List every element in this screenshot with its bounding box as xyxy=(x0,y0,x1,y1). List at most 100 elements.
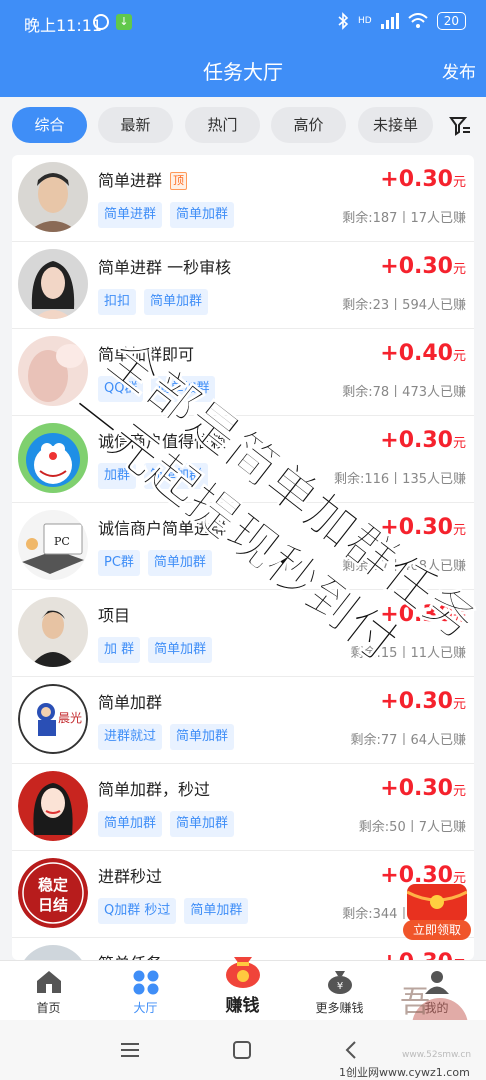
reward-price: +0.30元 xyxy=(380,515,466,540)
avatar: PC xyxy=(18,510,88,580)
filter-tab-comprehensive[interactable]: 综合 xyxy=(12,107,87,143)
tag-list: 简单加群 简单加群 xyxy=(98,811,235,837)
tag: 加群 xyxy=(98,463,137,489)
tag-list: 简单进群 简单加群 xyxy=(98,202,235,228)
tag: 简单加群 xyxy=(144,289,209,315)
nav-more-earn-label: 更多赚钱 xyxy=(315,1001,364,1015)
watermark-text: 1创业网www.cywz1.com xyxy=(339,1066,470,1079)
tag-list: 加群 简单加群 xyxy=(98,463,209,489)
reward-price: +0.30元 xyxy=(380,689,466,714)
red-packet-button[interactable]: 立即领取 xyxy=(403,884,471,940)
svg-text:PC: PC xyxy=(54,535,70,548)
reward-price: +0.30元 xyxy=(380,602,466,627)
reward-price: +0.30元 xyxy=(380,167,466,192)
filter-tab-hot[interactable]: 热门 xyxy=(185,107,260,143)
task-row[interactable]: 诚信商户值得信赖 加群 简单加群 +0.30元 剩余:116丨135人已赚 xyxy=(12,416,474,503)
task-row[interactable]: 简单加群即可 QQ群 简单加群 +0.40元 剩余:78丨473人已赚 xyxy=(12,329,474,416)
nav-more-earn[interactable]: ¥ 更多赚钱 xyxy=(291,961,388,1021)
nav-earn-label: 赚钱 xyxy=(225,996,260,1016)
reward-price: +0.30元 xyxy=(380,950,466,960)
avatar xyxy=(18,945,88,960)
nav-home[interactable]: 首页 xyxy=(0,961,97,1021)
tag: 简单加群 xyxy=(98,811,163,837)
tag-list: PC群 简单加群 xyxy=(98,550,212,576)
task-stats: 剩余:77丨468人已赚 xyxy=(342,559,466,574)
download-icon: ↓ xyxy=(116,14,132,30)
svg-text:晨光: 晨光 xyxy=(58,711,82,725)
avatar xyxy=(18,336,88,406)
task-title: 简单任务 xyxy=(98,950,162,960)
svg-text:稳定: 稳定 xyxy=(38,876,68,894)
filter-tabs: 综合 最新 热门 高价 未接单 xyxy=(12,107,486,145)
reward-price: +0.30元 xyxy=(380,776,466,801)
status-right: HD 20 xyxy=(337,12,466,30)
filter-tab-unclaimed[interactable]: 未接单 xyxy=(358,107,433,143)
tag: 进群就过 xyxy=(98,724,163,750)
task-row[interactable]: 简单进群 一秒审核 扣扣 简单加群 +0.30元 剩余:23丨594人已赚 xyxy=(12,242,474,329)
tag: 简单加群 xyxy=(170,202,235,228)
avatar xyxy=(18,771,88,841)
task-stats: 剩余:78丨473人已赚 xyxy=(342,385,466,400)
reward-price: +0.30元 xyxy=(380,254,466,279)
red-packet-label: 立即领取 xyxy=(403,920,471,940)
signal-icon xyxy=(380,13,399,29)
reward-price: +0.40元 xyxy=(380,341,466,366)
filter-icon[interactable] xyxy=(449,115,471,137)
publish-button[interactable]: 发布 xyxy=(442,58,476,83)
back-icon[interactable] xyxy=(340,1038,364,1062)
task-list: 简单进群顶 简单进群 简单加群 +0.30元 剩余:187丨17人已赚 简单进群 … xyxy=(12,155,474,960)
tag-list: 扣扣 简单加群 xyxy=(98,289,209,315)
tag: 简单加群 xyxy=(144,463,209,489)
home-icon xyxy=(37,971,61,993)
avatar: 晨光 xyxy=(18,684,88,754)
reward-price: +0.30元 xyxy=(380,428,466,453)
task-title: 简单进群 一秒审核 xyxy=(98,258,232,277)
task-stats: 剩余:50丨7人已赚 xyxy=(358,820,466,835)
filter-tab-high-price[interactable]: 高价 xyxy=(271,107,346,143)
red-packet-icon xyxy=(406,884,468,922)
nav-earn[interactable]: 赚钱 xyxy=(194,957,291,1021)
task-stats: 剩余:116丨135人已赚 xyxy=(333,472,466,487)
task-row[interactable]: 项目 加 群简单加群 +0.30元 剩余:15丨11人已赚 xyxy=(12,590,474,677)
task-stats: 剩余:15丨11人已赚 xyxy=(350,646,466,661)
task-title: 进群秒过 xyxy=(98,867,163,886)
tag: 简单加群 xyxy=(170,724,235,750)
svg-text:¥: ¥ xyxy=(337,981,343,992)
bluetooth-icon xyxy=(338,12,349,30)
task-title: 简单加群 xyxy=(98,693,163,712)
avatar xyxy=(18,423,88,493)
status-time: 晚上11:11 xyxy=(24,16,103,35)
tag: 简单加群 xyxy=(170,811,235,837)
nav-home-label: 首页 xyxy=(36,1001,61,1015)
task-title: 简单加群即可 xyxy=(98,345,195,364)
menu-icon[interactable] xyxy=(118,1038,142,1062)
task-title: 诚信商户值得信赖 xyxy=(98,432,227,451)
tag: Q加群 秒过 xyxy=(98,898,177,924)
avatar: 稳定 日结 xyxy=(18,858,88,928)
nav-hall[interactable]: 大厅 xyxy=(97,961,194,1021)
tag: QQ群 xyxy=(98,376,144,402)
app-header: 晚上11:11 ↓ HD 20 任务大厅 发布 xyxy=(0,0,486,97)
watermark-url: www.52smw.cn xyxy=(402,1050,472,1060)
hall-icon xyxy=(133,970,159,995)
task-stats: 剩余:77丨64人已赚 xyxy=(350,733,466,748)
task-title: 诚信商户简单进群 xyxy=(98,519,227,538)
filter-tab-latest[interactable]: 最新 xyxy=(98,107,173,143)
svg-text:吾: 吾 xyxy=(400,985,430,1020)
tag: 扣扣 xyxy=(98,289,137,315)
status-bar: 晚上11:11 ↓ HD 20 xyxy=(0,0,486,44)
tag: 简单加群 xyxy=(148,637,213,663)
tag: PC群 xyxy=(98,550,140,576)
task-title: 简单加群，秒过 xyxy=(98,780,211,799)
task-row[interactable]: 晨光 简单加群 进群就过 简单加群 +0.30元 剩余:77丨64人已赚 xyxy=(12,677,474,764)
home-square-icon[interactable] xyxy=(230,1038,254,1062)
task-row[interactable]: PC 诚信商户简单进群 PC群 简单加群 +0.30元 剩余:77丨468人已赚 xyxy=(12,503,474,590)
alarm-icon xyxy=(93,14,109,30)
coin-bag-icon: ¥ xyxy=(328,971,352,994)
tag-list: QQ群 简单加群 xyxy=(98,376,216,402)
task-row[interactable]: 简单进群顶 简单进群 简单加群 +0.30元 剩余:187丨17人已赚 xyxy=(12,155,474,242)
tag-list: 加 群简单加群 xyxy=(98,637,213,663)
task-row[interactable]: 简单加群，秒过 简单加群 简单加群 +0.30元 剩余:50丨7人已赚 xyxy=(12,764,474,851)
svg-text:日结: 日结 xyxy=(38,896,68,914)
tag: 加 群 xyxy=(98,637,141,663)
